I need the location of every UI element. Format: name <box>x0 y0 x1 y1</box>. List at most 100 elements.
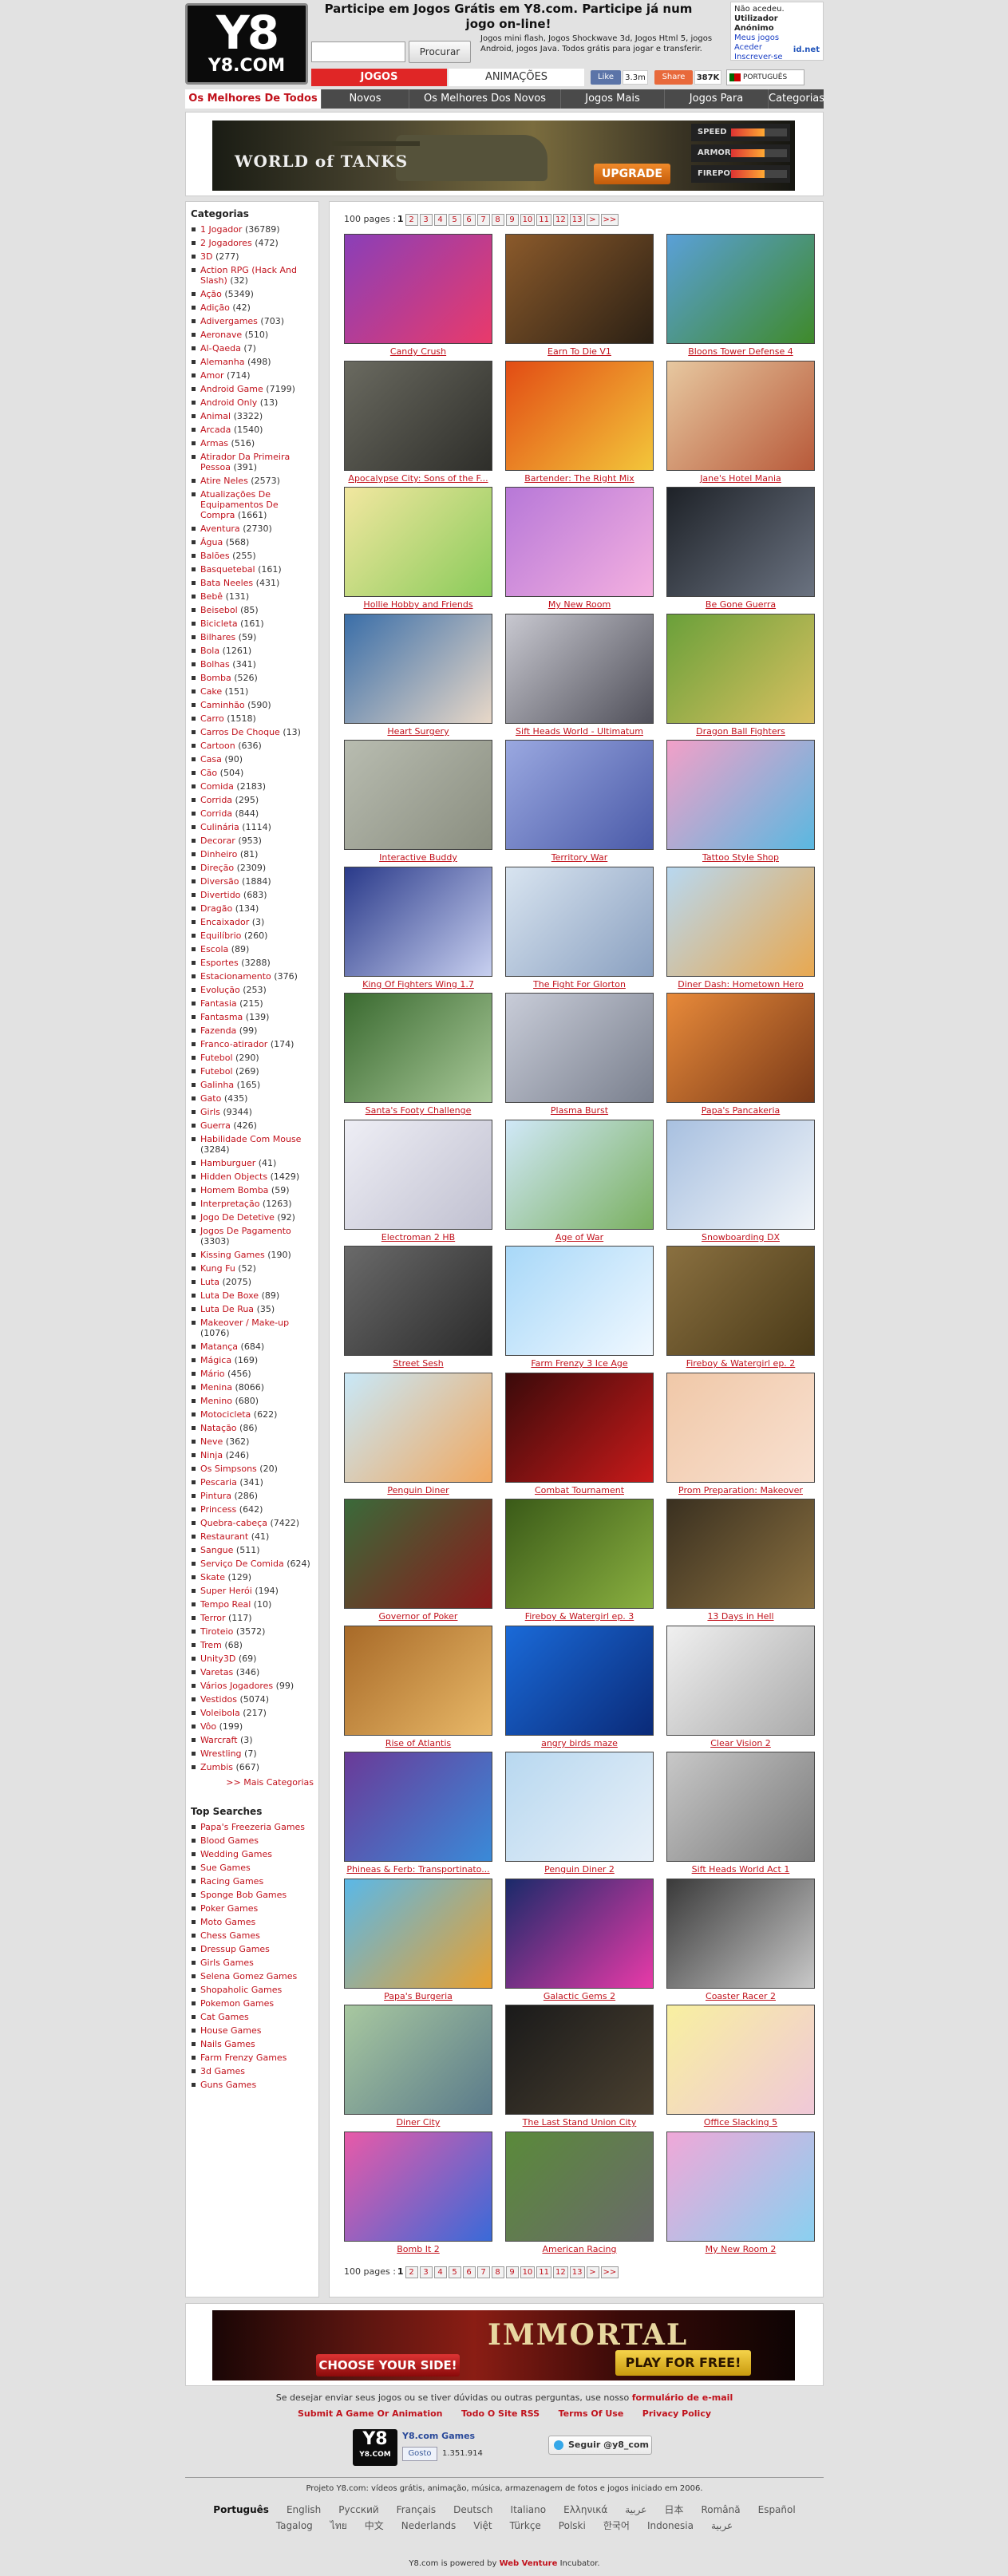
category-link[interactable]: Voleibola <box>200 1708 240 1718</box>
category-link[interactable]: Pintura <box>200 1491 231 1501</box>
game-thumbnail[interactable] <box>344 1752 492 1862</box>
web-venture-link[interactable]: Web Venture <box>500 2559 558 2568</box>
top-search-link[interactable]: Guns Games <box>200 2080 256 2090</box>
category-link[interactable]: Luta <box>200 1277 219 1287</box>
rss-link[interactable]: Todo O Site RSS <box>461 2408 540 2419</box>
top-search-link[interactable]: Sponge Bob Games <box>200 1890 287 1900</box>
category-link[interactable]: Adição <box>200 302 230 313</box>
top-search-link[interactable]: Sue Games <box>200 1863 251 1873</box>
category-link[interactable]: Escola <box>200 944 228 954</box>
game-thumbnail[interactable] <box>505 2005 654 2115</box>
category-link[interactable]: Kung Fu <box>200 1263 235 1274</box>
language-link[interactable]: Tagalog <box>276 2520 313 2531</box>
category-link[interactable]: Diversão <box>200 876 239 887</box>
pager-link[interactable]: 6 <box>462 214 476 226</box>
category-link[interactable]: Luta De Boxe <box>200 1290 259 1301</box>
category-link[interactable]: Matança <box>200 1341 238 1352</box>
category-link[interactable]: Menina <box>200 1382 232 1393</box>
tab-animacoes[interactable]: ANIMAÇÕES <box>449 69 584 86</box>
pager-link[interactable]: >> <box>600 2266 619 2278</box>
game-thumbnail[interactable] <box>666 1120 815 1230</box>
category-link[interactable]: Zumbis <box>200 1762 233 1772</box>
pager-link[interactable]: 12 <box>553 214 568 226</box>
game-title-link[interactable]: Electroman 2 HB <box>344 1232 492 1243</box>
category-link[interactable]: Estacionamento <box>200 971 271 982</box>
ad-upgrade-button[interactable]: UPGRADE <box>594 164 670 184</box>
game-title-link[interactable]: Governor of Poker <box>344 1611 492 1622</box>
category-link[interactable]: Mágica <box>200 1355 231 1365</box>
ad-choose-side-button[interactable]: CHOOSE YOUR SIDE! <box>316 2354 460 2376</box>
category-link[interactable]: Cake <box>200 686 222 697</box>
game-title-link[interactable]: Phineas & Ferb: Transportinato... <box>344 1864 492 1875</box>
category-link[interactable]: Guerra <box>200 1120 231 1131</box>
idnet-logo[interactable]: id.net <box>793 45 820 54</box>
submit-game-link[interactable]: Submit A Game Or Animation <box>298 2408 443 2419</box>
category-link[interactable]: Vários Jogadores <box>200 1681 273 1691</box>
language-link[interactable]: Polski <box>559 2520 586 2531</box>
category-link[interactable]: Terror <box>200 1613 225 1623</box>
game-thumbnail[interactable] <box>344 1120 492 1230</box>
category-link[interactable]: Ninja <box>200 1450 223 1460</box>
game-thumbnail[interactable] <box>344 1499 492 1609</box>
tab-jogos[interactable]: JOGOS <box>311 69 447 86</box>
category-link[interactable]: Amor <box>200 370 224 381</box>
game-title-link[interactable]: Earn To Die V1 <box>505 346 654 358</box>
game-title-link[interactable]: Diner City <box>344 2117 492 2128</box>
game-title-link[interactable]: Bartender: The Right Mix <box>505 473 654 484</box>
game-thumbnail[interactable] <box>344 234 492 344</box>
share-button[interactable]: Share <box>654 70 693 85</box>
game-title-link[interactable]: Heart Surgery <box>344 726 492 737</box>
nav-for[interactable]: Jogos Para <box>664 89 768 109</box>
game-thumbnail[interactable] <box>666 2132 815 2242</box>
category-link[interactable]: Interpretação <box>200 1199 259 1209</box>
game-thumbnail[interactable] <box>344 1246 492 1356</box>
pager-link[interactable]: 9 <box>505 2266 519 2278</box>
game-title-link[interactable]: Penguin Diner 2 <box>505 1864 654 1875</box>
game-thumbnail[interactable] <box>505 2132 654 2242</box>
pager-link[interactable]: 8 <box>491 2266 504 2278</box>
more-categories-link[interactable]: >> Mais Categorias <box>189 1777 314 1788</box>
category-link[interactable]: Armas <box>200 438 228 448</box>
pager-link[interactable]: 2 <box>405 214 418 226</box>
footer-logo[interactable]: Y8 Y8.COM <box>353 2429 397 2466</box>
category-link[interactable]: Fantasia <box>200 998 237 1009</box>
category-link[interactable]: Warcraft <box>200 1735 238 1745</box>
language-link[interactable]: 中文 <box>365 2520 384 2531</box>
game-thumbnail[interactable] <box>666 1752 815 1862</box>
category-link[interactable]: Restaurant <box>200 1531 248 1542</box>
category-link[interactable]: Neve <box>200 1436 223 1447</box>
language-link[interactable]: Italiano <box>511 2504 547 2515</box>
language-link[interactable]: Türkçe <box>510 2520 541 2531</box>
game-title-link[interactable]: Be Gone Guerra <box>666 599 815 610</box>
top-search-link[interactable]: Nails Games <box>200 2039 255 2049</box>
game-title-link[interactable]: American Racing <box>505 2244 654 2255</box>
category-link[interactable]: Alemanha <box>200 357 245 367</box>
game-title-link[interactable]: Office Slacking 5 <box>666 2117 815 2128</box>
top-search-link[interactable]: Papa's Freezeria Games <box>200 1822 305 1832</box>
nav-best-new[interactable]: Os Melhores Dos Novos <box>409 89 560 109</box>
game-thumbnail[interactable] <box>505 1752 654 1862</box>
category-link[interactable]: Girls <box>200 1107 220 1117</box>
game-title-link[interactable]: Papa's Burgeria <box>344 1991 492 2002</box>
game-title-link[interactable]: Galactic Gems 2 <box>505 1991 654 2002</box>
category-link[interactable]: Kissing Games <box>200 1250 265 1260</box>
game-thumbnail[interactable] <box>666 2005 815 2115</box>
category-link[interactable]: Varetas <box>200 1667 233 1677</box>
category-link[interactable]: Evolução <box>200 985 240 995</box>
game-thumbnail[interactable] <box>666 1499 815 1609</box>
game-title-link[interactable]: Penguin Diner <box>344 1485 492 1496</box>
nav-new[interactable]: Novos <box>321 89 409 109</box>
game-thumbnail[interactable] <box>666 1626 815 1736</box>
pager-link[interactable]: 11 <box>536 214 552 226</box>
category-link[interactable]: Atire Neles <box>200 476 248 486</box>
category-link[interactable]: Basquetebal <box>200 564 255 575</box>
game-thumbnail[interactable] <box>344 361 492 471</box>
category-link[interactable]: Princess <box>200 1504 236 1515</box>
pager-link[interactable]: 4 <box>433 214 447 226</box>
contact-form-link[interactable]: formulário de e-mail <box>632 2392 733 2403</box>
category-link[interactable]: Ação <box>200 289 222 299</box>
game-title-link[interactable]: Apocalypse City: Sons of the F... <box>344 473 492 484</box>
category-link[interactable]: Bola <box>200 646 219 656</box>
category-link[interactable]: Vestidos <box>200 1694 237 1705</box>
game-thumbnail[interactable] <box>666 1879 815 1989</box>
